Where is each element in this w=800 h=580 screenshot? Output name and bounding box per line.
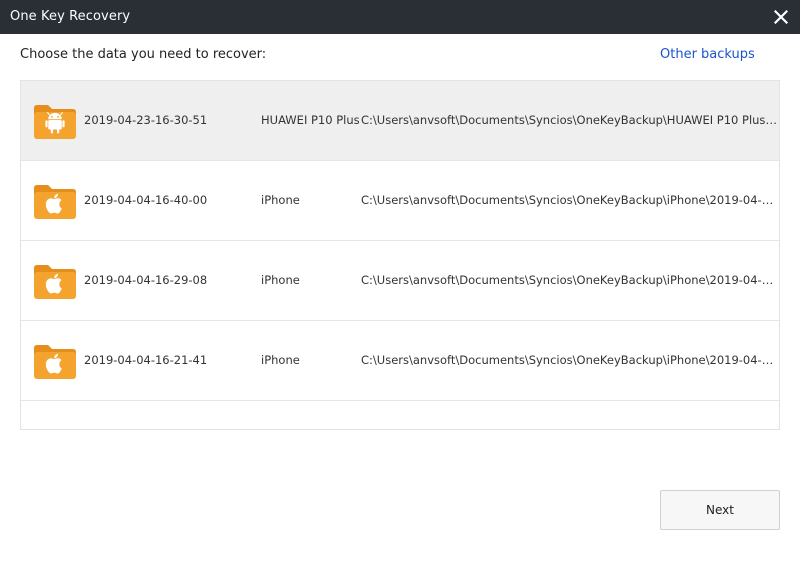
backup-name: 2019-04-04-16-40-00 (84, 193, 208, 207)
close-icon (774, 10, 788, 24)
next-button[interactable]: Next (660, 490, 780, 530)
backup-device: iPhone (261, 353, 300, 367)
backup-device: iPhone (261, 193, 300, 207)
backup-name: 2019-04-04-16-21-41 (84, 353, 208, 367)
backup-name: 2019-04-04-16-29-08 (84, 273, 208, 287)
folder-icon (34, 265, 76, 299)
folder-icon (34, 105, 76, 139)
backup-list: 2019-04-23-16-30-51 HUAWEI P10 Plus C:\Use… (20, 80, 780, 430)
title-bar: One Key Recovery (0, 0, 800, 34)
other-backups-link[interactable]: Other backups (660, 47, 755, 62)
backup-path: C:\Users\anvsoft\Documents\Syncios\OneKe… (361, 113, 779, 127)
close-button[interactable] (770, 6, 792, 28)
backup-path: C:\Users\anvsoft\Documents\Syncios\OneKe… (361, 193, 779, 207)
backup-row[interactable]: 2019-04-04-16-29-08 iPhone C:\Users\anvsof… (21, 241, 779, 321)
backup-row[interactable]: 2019-04-04-16-40-00 iPhone C:\Users\anvsof… (21, 161, 779, 241)
backup-path: C:\Users\anvsoft\Documents\Syncios\OneKe… (361, 353, 779, 367)
instruction-text: Choose the data you need to recover: (20, 47, 267, 62)
backup-name: 2019-04-23-16-30-51 (84, 113, 208, 127)
backup-device: iPhone (261, 273, 300, 287)
backup-path: C:\Users\anvsoft\Documents\Syncios\OneKe… (361, 273, 779, 287)
folder-icon (34, 185, 76, 219)
window-title: One Key Recovery (10, 9, 131, 24)
backup-device: HUAWEI P10 Plus (261, 113, 360, 127)
backup-row[interactable]: 2019-04-04-16-21-41 iPhone C:\Users\anvsof… (21, 321, 779, 401)
backup-row[interactable]: 2019-04-23-16-30-51 HUAWEI P10 Plus C:\Use… (21, 81, 779, 161)
folder-icon (34, 345, 76, 379)
